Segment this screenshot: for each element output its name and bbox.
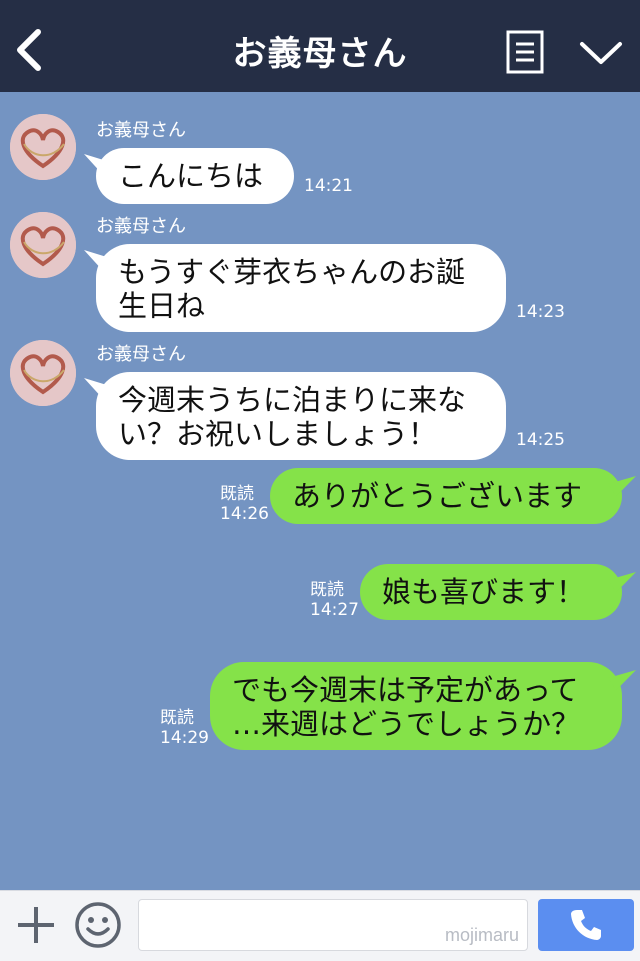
message-bubble-incoming[interactable]: こんにちは [96, 148, 294, 204]
message-text-line: 娘も喜びます！ [382, 575, 586, 609]
message-bubble-incoming[interactable]: もうすぐ芽衣ちゃんのお誕 生日ね [96, 244, 506, 332]
message-bubble-incoming[interactable]: 今週末うちに泊まりに来な い？お祝いしましょう！ [96, 372, 506, 460]
read-label: 既読 [220, 484, 254, 504]
message-text-line: い？お祝いしましょう！ [118, 417, 438, 451]
message-time: 14:21 [304, 176, 353, 196]
message-text-line: 今週末うちに泊まりに来な [118, 383, 467, 417]
message-text-line: 生日ね [118, 289, 206, 323]
sender-name: お義母さん [96, 344, 186, 365]
message-input[interactable]: mojimaru [138, 899, 528, 951]
avatar[interactable] [10, 340, 76, 406]
smiley-icon[interactable] [74, 901, 122, 949]
heart-necklace-icon [10, 340, 76, 406]
heart-necklace-icon [10, 212, 76, 278]
read-receipt: 既読 14:26 [220, 484, 269, 524]
read-label: 既読 [310, 580, 344, 600]
message-time: 14:26 [220, 504, 269, 524]
avatar[interactable] [10, 212, 76, 278]
avatar[interactable] [10, 114, 76, 180]
phone-icon [571, 910, 601, 940]
plus-icon[interactable] [16, 905, 56, 945]
message-bubble-outgoing[interactable]: ありがとうございます [270, 468, 622, 524]
chat-title: お義母さん [232, 34, 408, 74]
message-text-line: こんにちは [118, 159, 264, 193]
read-receipt: 既読 14:29 [160, 708, 209, 748]
read-label: 既読 [160, 708, 194, 728]
sender-name: お義母さん [96, 216, 186, 237]
message-text-line: ありがとうございます [292, 479, 583, 513]
sender-name: お義母さん [96, 120, 186, 141]
watermark-text: mojimaru [444, 925, 519, 945]
message-time: 14:23 [516, 302, 565, 322]
chat-area[interactable]: お義母さん こんにちは 14:21 お義母さん もうすぐ芽衣ちゃんのお誕 生日ね… [0, 92, 640, 890]
input-bar: mojimaru [0, 890, 640, 961]
message-bubble-outgoing[interactable]: でも今週末は予定があって …来週はどうでしょうか？ [210, 662, 622, 750]
menu-icon[interactable] [506, 30, 544, 74]
message-time: 14:27 [310, 600, 359, 620]
message-time: 14:25 [516, 430, 565, 450]
heart-necklace-icon [10, 114, 76, 180]
call-button[interactable] [538, 899, 634, 951]
message-text-line: もうすぐ芽衣ちゃんのお誕 [118, 255, 466, 289]
message-text-line: …来週はどうでしょうか？ [232, 707, 581, 741]
chevron-down-icon[interactable] [578, 38, 624, 68]
message-text-line: でも今週末は予定があって [232, 673, 579, 707]
message-bubble-outgoing[interactable]: 娘も喜びます！ [360, 564, 622, 620]
read-receipt: 既読 14:27 [310, 580, 359, 620]
message-time: 14:29 [160, 728, 209, 748]
chat-header: お義母さん [0, 0, 640, 92]
